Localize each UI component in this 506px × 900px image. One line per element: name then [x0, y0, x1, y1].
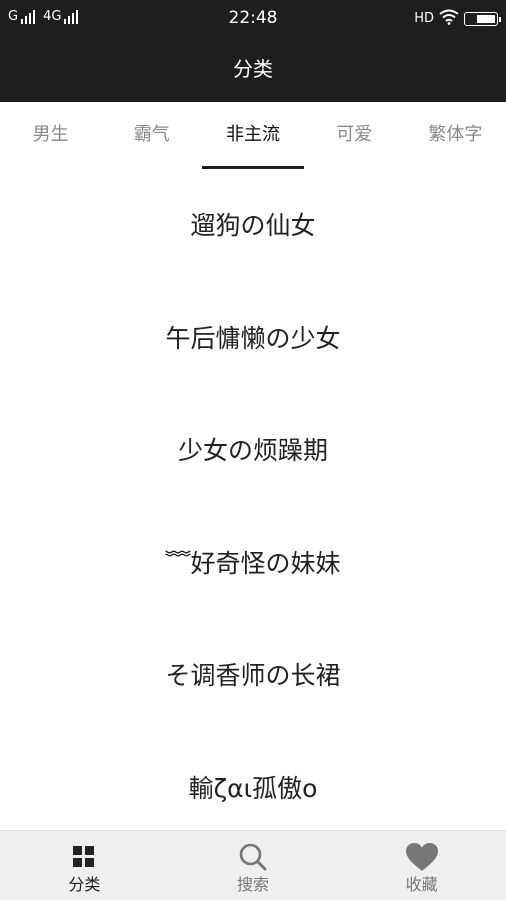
battery-icon [464, 12, 501, 26]
tab-feizhuliu[interactable]: 非主流 [202, 102, 304, 170]
page-title: 分类 [233, 57, 273, 81]
search-icon [238, 839, 268, 875]
tab-nansheng[interactable]: 男生 [0, 102, 101, 170]
list-item[interactable]: 遛狗の仙女 [0, 170, 506, 283]
nav-favorites[interactable]: 收藏 [337, 831, 506, 900]
nav-search-label: 搜索 [237, 875, 270, 894]
list-item[interactable]: そ调香师の长裙 [0, 620, 506, 733]
tab-keai[interactable]: 可爱 [304, 102, 405, 170]
nav-category[interactable]: 分类 [0, 831, 169, 900]
grid-icon [72, 839, 96, 875]
nav-category-label: 分类 [68, 875, 101, 894]
nav-search[interactable]: 搜索 [169, 831, 338, 900]
list-item[interactable]: 午后慵懒の少女 [0, 283, 506, 396]
name-list[interactable]: 遛狗の仙女 午后慵懒の少女 少女の烦躁期 ﹌好奇怪の妹妹 そ调香师の长裙 輸ζα… [0, 170, 506, 830]
tab-baqi[interactable]: 霸气 [101, 102, 202, 170]
heart-icon [405, 839, 439, 875]
hd-label: HD [414, 11, 434, 26]
category-tabs: 男生 霸气 非主流 可爱 繁体字 [0, 102, 506, 170]
tab-fantizi[interactable]: 繁体字 [405, 102, 506, 170]
status-icons: HD [414, 9, 501, 29]
list-item[interactable]: ﹌好奇怪の妹妹 [0, 508, 506, 621]
wifi-icon [439, 9, 459, 29]
app-header: 分类 [0, 36, 506, 102]
nav-favorites-label: 收藏 [405, 875, 438, 894]
status-bar: G 4G 22:48 HD [0, 0, 506, 36]
list-item[interactable]: 輸ζαι孤傲o [0, 733, 506, 831]
list-item[interactable]: 少女の烦躁期 [0, 395, 506, 508]
bottom-nav: 分类 搜索 收藏 [0, 830, 506, 900]
